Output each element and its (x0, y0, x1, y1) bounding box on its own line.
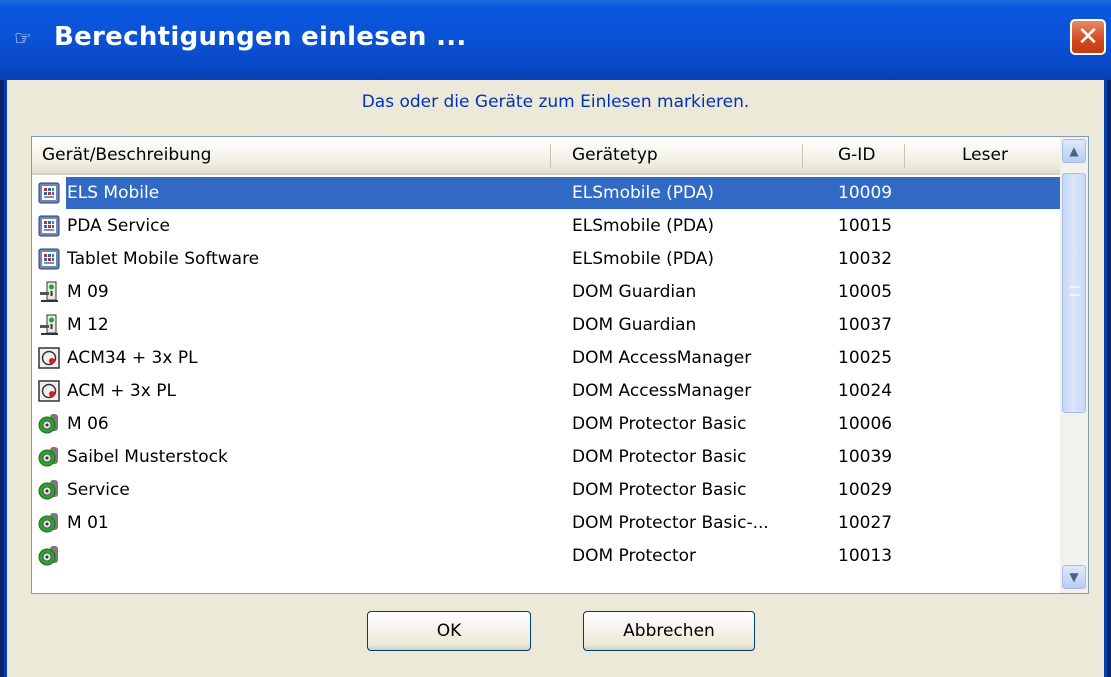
table-row[interactable]: M 01 DOM Protector Basic-... 10027 (32, 507, 1060, 539)
device-gid: 10005 (838, 282, 893, 302)
table-row[interactable]: M 12 DOM Guardian 10037 (32, 309, 1060, 341)
device-gid: 10013 (838, 546, 893, 566)
device-name: Service (67, 480, 130, 500)
device-name: M 09 (67, 282, 109, 302)
device-type: DOM AccessManager (572, 381, 752, 401)
device-type: DOM Protector Basic-... (572, 513, 769, 533)
protector-icon (38, 446, 60, 468)
device-gid: 10006 (838, 414, 893, 434)
dialog-window: ☞ Berechtigungen einlesen ... ✕ Das oder… (0, 0, 1111, 677)
scroll-up-button[interactable]: ▲ (1062, 139, 1086, 163)
device-type: DOM Protector Basic (572, 414, 747, 434)
close-icon: ✕ (1077, 22, 1099, 52)
device-gid: 10025 (838, 348, 893, 368)
table-row[interactable]: Service DOM Protector Basic 10029 (32, 474, 1060, 506)
vertical-scrollbar[interactable]: ▲ ▼ (1060, 137, 1088, 593)
dialog-title: Berechtigungen einlesen ... (54, 22, 467, 52)
device-name: M 01 (67, 513, 109, 533)
column-header-device[interactable]: Gerät/Beschreibung (42, 137, 211, 173)
table-row[interactable]: ACM + 3x PL DOM AccessManager 10024 (32, 375, 1060, 407)
table-row[interactable]: Tablet Mobile Software ELSmobile (PDA) 100… (32, 243, 1060, 275)
instruction-text: Das oder die Geräte zum Einlesen markier… (361, 92, 750, 112)
table-row[interactable]: PDA Service ELSmobile (PDA) 10015 (32, 210, 1060, 242)
column-divider[interactable] (550, 144, 551, 168)
device-gid: 10024 (838, 381, 893, 401)
dialog-body: Das oder die Geräte zum Einlesen markier… (4, 80, 1107, 677)
device-type: DOM Protector Basic (572, 447, 747, 467)
protector-icon (38, 413, 60, 435)
device-gid: 10037 (838, 315, 893, 335)
device-name: ACM + 3x PL (67, 381, 176, 401)
close-button[interactable]: ✕ (1070, 19, 1106, 55)
device-gid: 10015 (838, 216, 893, 236)
protector-icon (38, 479, 60, 501)
device-type: DOM Guardian (572, 282, 697, 302)
protector-icon (38, 545, 60, 567)
device-type: DOM AccessManager (572, 348, 752, 368)
cancel-button[interactable]: Abbrechen (583, 611, 755, 651)
access-manager-icon (38, 380, 60, 402)
table-row[interactable]: Saibel Musterstock DOM Protector Basic 100… (32, 441, 1060, 473)
pointing-hand-icon: ☞ (14, 26, 32, 50)
scroll-down-button[interactable]: ▼ (1062, 565, 1086, 589)
device-type: ELSmobile (PDA) (572, 183, 715, 203)
device-type: DOM Guardian (572, 315, 697, 335)
device-name: Tablet Mobile Software (67, 249, 260, 269)
table-row[interactable]: ACM34 + 3x PL DOM AccessManager 10025 (32, 342, 1060, 374)
table-row[interactable]: M 09 DOM Guardian 10005 (32, 276, 1060, 308)
table-row[interactable]: ELS Mobile ELSmobile (PDA) 10009 (32, 177, 1060, 209)
device-type: ELSmobile (PDA) (572, 216, 715, 236)
access-manager-icon (38, 347, 60, 369)
device-type: DOM Protector (572, 546, 697, 566)
title-bar[interactable]: ☞ Berechtigungen einlesen ... ✕ (0, 0, 1111, 80)
device-name: M 06 (67, 414, 109, 434)
pda-icon (38, 182, 60, 204)
table-row[interactable]: M 06 DOM Protector Basic 10006 (32, 408, 1060, 440)
device-type: ELSmobile (PDA) (572, 249, 715, 269)
device-name: Saibel Musterstock (67, 447, 228, 467)
protector-icon (38, 512, 60, 534)
device-gid: 10032 (838, 249, 893, 269)
selection-highlight (66, 177, 1060, 209)
table-row[interactable]: DOM Protector 10013 (32, 540, 1060, 572)
list-header: Gerät/Beschreibung Gerätetyp G-ID Leser (32, 137, 1063, 175)
device-name: M 12 (67, 315, 109, 335)
pda-icon (38, 215, 60, 237)
guardian-icon (38, 281, 60, 303)
device-name (66, 540, 71, 572)
column-header-reader[interactable]: Leser (962, 137, 1008, 173)
scroll-thumb[interactable] (1062, 173, 1086, 413)
column-header-type[interactable]: Gerätetyp (572, 137, 658, 173)
device-gid: 10029 (838, 480, 893, 500)
device-name: ACM34 + 3x PL (67, 348, 198, 368)
pda-icon (38, 248, 60, 270)
device-name: ELS Mobile (66, 177, 164, 209)
grip-icon (1070, 286, 1080, 296)
device-type: DOM Protector Basic (572, 480, 747, 500)
device-list[interactable]: Gerät/Beschreibung Gerätetyp G-ID Leser … (31, 136, 1089, 594)
column-header-gid[interactable]: G-ID (838, 137, 875, 173)
guardian-icon (38, 314, 60, 336)
resize-grip-icon[interactable] (1092, 658, 1104, 670)
device-gid: 10009 (838, 183, 893, 203)
ok-button[interactable]: OK (367, 611, 531, 651)
column-divider[interactable] (904, 144, 905, 168)
column-divider[interactable] (802, 144, 803, 168)
device-name: PDA Service (67, 216, 170, 236)
device-gid: 10027 (838, 513, 893, 533)
device-gid: 10039 (838, 447, 893, 467)
